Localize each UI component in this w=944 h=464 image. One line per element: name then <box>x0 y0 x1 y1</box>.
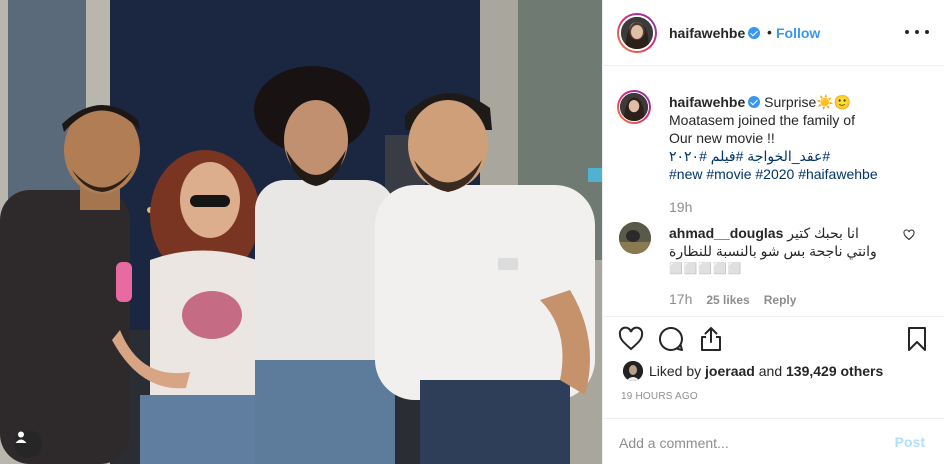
header-username-text[interactable]: haifawehbe <box>669 25 745 41</box>
reply-button[interactable]: Reply <box>764 293 797 307</box>
likes-summary: Liked by joeraad and 139,429 others <box>603 358 944 384</box>
comment-likes[interactable]: 25 likes <box>706 293 749 307</box>
caption-avatar[interactable] <box>619 92 649 122</box>
liker-avatar-image <box>623 361 643 381</box>
comment-time[interactable]: 17h <box>669 291 692 307</box>
header-avatar[interactable] <box>619 15 655 51</box>
comment: ahmad__douglas انا بحبك كتير وانتي ناجحة… <box>669 224 897 278</box>
liker-username[interactable]: joeraad <box>705 363 755 379</box>
caption-verified-badge-icon <box>748 96 761 108</box>
post-caption: haifawehbe Surprise☀️🙂 Moatasem joined t… <box>669 93 931 183</box>
comment-bubble-icon[interactable] <box>657 325 685 353</box>
bookmark-icon[interactable] <box>903 325 931 353</box>
caption-avatar-image <box>620 93 648 121</box>
likes-text: Liked by joeraad and 139,429 others <box>649 363 883 379</box>
comment-text-3: ⬜⬜⬜⬜⬜ <box>669 263 743 275</box>
post-sidebar: haifawehbe • Follow haifawehbe Surprise☀… <box>602 0 944 464</box>
caption-time[interactable]: 19h <box>669 199 692 215</box>
post-photo[interactable] <box>0 0 602 464</box>
post-header: haifawehbe • Follow <box>603 0 944 66</box>
header-username[interactable]: haifawehbe <box>669 25 761 41</box>
post-timestamp[interactable]: 19 HOURS AGO <box>621 391 698 402</box>
caption-hashtags[interactable]: #new #movie #2020 #haifawehbe <box>669 166 878 182</box>
caption-line-2: Moatasem joined the family of <box>669 112 855 128</box>
user-tag-button[interactable] <box>14 430 42 458</box>
comments-list[interactable]: haifawehbe Surprise☀️🙂 Moatasem joined t… <box>603 67 944 315</box>
heart-icon[interactable] <box>617 325 645 353</box>
more-options-icon[interactable] <box>905 22 929 42</box>
verified-badge-icon <box>748 27 761 39</box>
comment-text-2: وانتي ناجحة بس شو بالنسبة للنظارة <box>669 243 877 259</box>
caption-username[interactable]: haifawehbe <box>669 94 745 110</box>
comment-text-1: انا بحبك كتير <box>787 225 859 241</box>
dot-separator: • <box>767 24 772 40</box>
comment-like-heart-icon[interactable] <box>903 229 915 241</box>
liker-avatar[interactable] <box>623 361 643 381</box>
comment-meta: 17h 25 likes Reply <box>669 291 797 307</box>
user-tag-icon <box>15 431 27 443</box>
add-comment-bar: Post <box>603 418 944 464</box>
caption-line-1: Surprise☀️🙂 <box>764 94 852 110</box>
commenter-avatar[interactable] <box>619 222 651 254</box>
share-icon[interactable] <box>697 325 725 353</box>
likes-prefix: Liked by <box>649 363 702 379</box>
caption-arabic-hashtags[interactable]: #عقد_الخواجة #فيلم #٢٠٢٠ <box>669 147 830 165</box>
likes-count[interactable]: 139,429 others <box>786 363 883 379</box>
post-comment-button[interactable]: Post <box>895 434 925 450</box>
follow-button[interactable]: Follow <box>776 25 820 41</box>
caption-line-3: Our new movie !! <box>669 130 775 146</box>
likes-and: and <box>758 363 783 379</box>
commenter-avatar-image <box>619 222 651 254</box>
avatar-image <box>621 17 653 49</box>
comment-username[interactable]: ahmad__douglas <box>669 225 783 241</box>
photo-illustration <box>0 0 602 464</box>
add-comment-input[interactable] <box>619 433 879 453</box>
action-bar <box>603 316 944 360</box>
